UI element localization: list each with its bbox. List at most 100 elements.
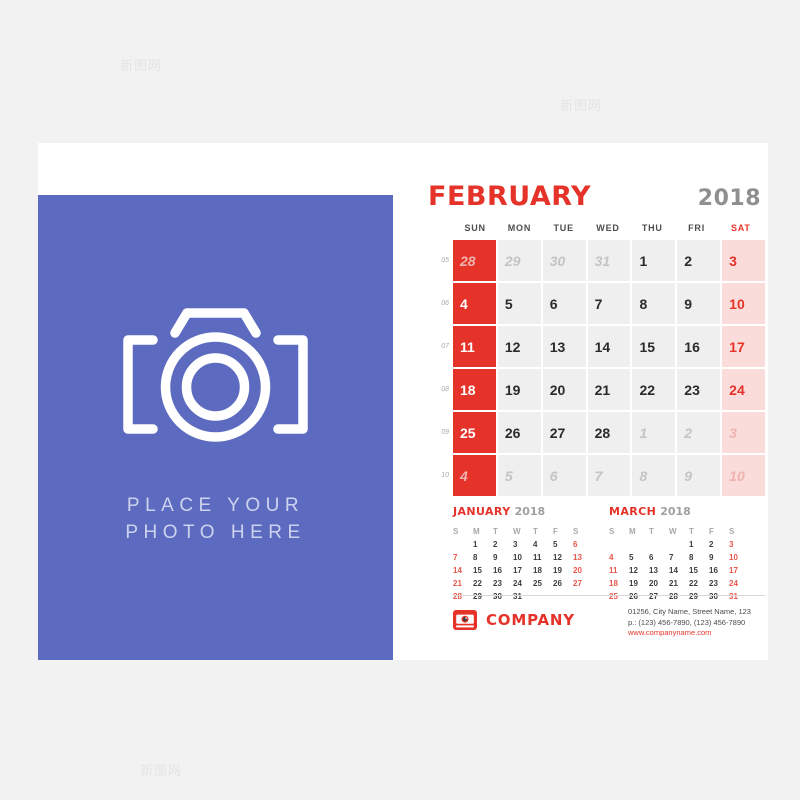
mini-day-cell[interactable]: 16 bbox=[709, 565, 729, 576]
mini-day-cell[interactable]: 20 bbox=[573, 565, 593, 576]
mini-day-cell[interactable]: 9 bbox=[709, 552, 729, 563]
day-cell[interactable]: 21 bbox=[587, 369, 631, 410]
mini-day-cell[interactable]: 2 bbox=[709, 539, 729, 550]
day-cell[interactable]: 18 bbox=[453, 369, 496, 410]
mini-day-cell[interactable]: 30 bbox=[493, 591, 513, 602]
day-cell[interactable]: 22 bbox=[632, 369, 676, 410]
mini-day-cell[interactable]: 13 bbox=[649, 565, 669, 576]
mini-day-cell[interactable]: 10 bbox=[729, 552, 749, 563]
mini-day-cell[interactable]: 15 bbox=[689, 565, 709, 576]
mini-day-cell[interactable]: 21 bbox=[453, 578, 473, 589]
mini-day-cell[interactable]: 31 bbox=[729, 591, 749, 602]
day-cell[interactable]: 3 bbox=[722, 412, 766, 453]
mini-day-cell[interactable]: 25 bbox=[609, 591, 629, 602]
day-cell[interactable]: 4 bbox=[453, 455, 496, 496]
day-cell[interactable]: 10 bbox=[722, 455, 766, 496]
mini-day-cell[interactable]: 13 bbox=[573, 552, 593, 563]
day-cell[interactable]: 12 bbox=[497, 326, 541, 367]
mini-day-cell[interactable]: 30 bbox=[709, 591, 729, 602]
day-cell[interactable]: 16 bbox=[677, 326, 721, 367]
mini-day-cell[interactable]: 6 bbox=[649, 552, 669, 563]
mini-day-cell[interactable]: 9 bbox=[493, 552, 513, 563]
mini-day-cell[interactable]: 1 bbox=[473, 539, 493, 550]
day-cell[interactable]: 17 bbox=[722, 326, 766, 367]
mini-day-cell[interactable]: 18 bbox=[533, 565, 553, 576]
mini-day-cell[interactable]: 24 bbox=[513, 578, 533, 589]
day-cell[interactable]: 20 bbox=[542, 369, 586, 410]
day-cell[interactable]: 28 bbox=[587, 412, 631, 453]
day-cell[interactable]: 19 bbox=[497, 369, 541, 410]
mini-day-cell[interactable]: 23 bbox=[493, 578, 513, 589]
mini-day-cell[interactable]: 22 bbox=[689, 578, 709, 589]
mini-day-cell[interactable]: 31 bbox=[513, 591, 533, 602]
day-cell[interactable]: 11 bbox=[453, 326, 496, 367]
mini-day-cell[interactable]: 1 bbox=[689, 539, 709, 550]
mini-day-cell[interactable]: 2 bbox=[493, 539, 513, 550]
mini-day-cell[interactable]: 7 bbox=[453, 552, 473, 563]
day-cell[interactable]: 27 bbox=[542, 412, 586, 453]
day-cell[interactable]: 31 bbox=[587, 240, 631, 281]
mini-day-cell[interactable]: 12 bbox=[629, 565, 649, 576]
mini-day-cell[interactable]: 3 bbox=[513, 539, 533, 550]
day-cell[interactable]: 4 bbox=[453, 283, 496, 324]
mini-day-cell[interactable]: 7 bbox=[669, 552, 689, 563]
mini-day-cell[interactable]: 17 bbox=[729, 565, 749, 576]
day-cell[interactable]: 6 bbox=[542, 283, 586, 324]
mini-day-cell[interactable]: 27 bbox=[649, 591, 669, 602]
mini-day-cell[interactable]: 6 bbox=[573, 539, 593, 550]
day-cell[interactable]: 3 bbox=[722, 240, 766, 281]
day-cell[interactable]: 1 bbox=[632, 240, 676, 281]
day-cell[interactable]: 6 bbox=[542, 455, 586, 496]
mini-day-cell[interactable]: 18 bbox=[609, 578, 629, 589]
mini-day-cell[interactable]: 14 bbox=[669, 565, 689, 576]
day-cell[interactable]: 9 bbox=[677, 283, 721, 324]
mini-day-cell[interactable]: 27 bbox=[573, 578, 593, 589]
day-cell[interactable]: 28 bbox=[453, 240, 496, 281]
day-cell[interactable]: 8 bbox=[632, 455, 676, 496]
mini-day-cell[interactable]: 25 bbox=[533, 578, 553, 589]
day-cell[interactable]: 7 bbox=[587, 455, 631, 496]
mini-day-cell[interactable]: 5 bbox=[553, 539, 573, 550]
mini-day-cell[interactable]: 8 bbox=[473, 552, 493, 563]
mini-day-cell[interactable]: 19 bbox=[553, 565, 573, 576]
mini-day-cell[interactable]: 16 bbox=[493, 565, 513, 576]
mini-day-cell[interactable]: 20 bbox=[649, 578, 669, 589]
mini-day-cell[interactable]: 21 bbox=[669, 578, 689, 589]
mini-day-cell[interactable]: 11 bbox=[533, 552, 553, 563]
day-cell[interactable]: 15 bbox=[632, 326, 676, 367]
website-link[interactable]: www.companyname.com bbox=[628, 628, 751, 639]
day-cell[interactable]: 24 bbox=[722, 369, 766, 410]
company-logo[interactable]: COMPANY bbox=[453, 606, 628, 630]
mini-day-cell[interactable]: 23 bbox=[709, 578, 729, 589]
day-cell[interactable]: 13 bbox=[542, 326, 586, 367]
day-cell[interactable]: 5 bbox=[497, 455, 541, 496]
mini-day-cell[interactable]: 24 bbox=[729, 578, 749, 589]
day-cell[interactable]: 2 bbox=[677, 240, 721, 281]
mini-day-cell[interactable]: 17 bbox=[513, 565, 533, 576]
day-cell[interactable]: 5 bbox=[497, 283, 541, 324]
mini-day-cell[interactable]: 28 bbox=[669, 591, 689, 602]
mini-day-cell[interactable]: 26 bbox=[553, 578, 573, 589]
mini-day-cell[interactable]: 10 bbox=[513, 552, 533, 563]
day-cell[interactable]: 23 bbox=[677, 369, 721, 410]
mini-day-cell[interactable]: 22 bbox=[473, 578, 493, 589]
mini-day-cell[interactable]: 14 bbox=[453, 565, 473, 576]
mini-day-cell[interactable]: 19 bbox=[629, 578, 649, 589]
mini-day-cell[interactable]: 29 bbox=[689, 591, 709, 602]
day-cell[interactable]: 2 bbox=[677, 412, 721, 453]
photo-placeholder-panel[interactable]: PLACE YOUR PHOTO HERE bbox=[38, 195, 393, 660]
mini-day-cell[interactable]: 26 bbox=[629, 591, 649, 602]
mini-day-cell[interactable]: 3 bbox=[729, 539, 749, 550]
day-cell[interactable]: 29 bbox=[497, 240, 541, 281]
mini-day-cell[interactable]: 11 bbox=[609, 565, 629, 576]
mini-day-cell[interactable]: 29 bbox=[473, 591, 493, 602]
mini-day-cell[interactable]: 5 bbox=[629, 552, 649, 563]
day-cell[interactable]: 7 bbox=[587, 283, 631, 324]
mini-day-cell[interactable]: 15 bbox=[473, 565, 493, 576]
day-cell[interactable]: 25 bbox=[453, 412, 496, 453]
day-cell[interactable]: 14 bbox=[587, 326, 631, 367]
day-cell[interactable]: 10 bbox=[722, 283, 766, 324]
mini-day-cell[interactable]: 4 bbox=[609, 552, 629, 563]
day-cell[interactable]: 30 bbox=[542, 240, 586, 281]
mini-day-cell[interactable]: 4 bbox=[533, 539, 553, 550]
